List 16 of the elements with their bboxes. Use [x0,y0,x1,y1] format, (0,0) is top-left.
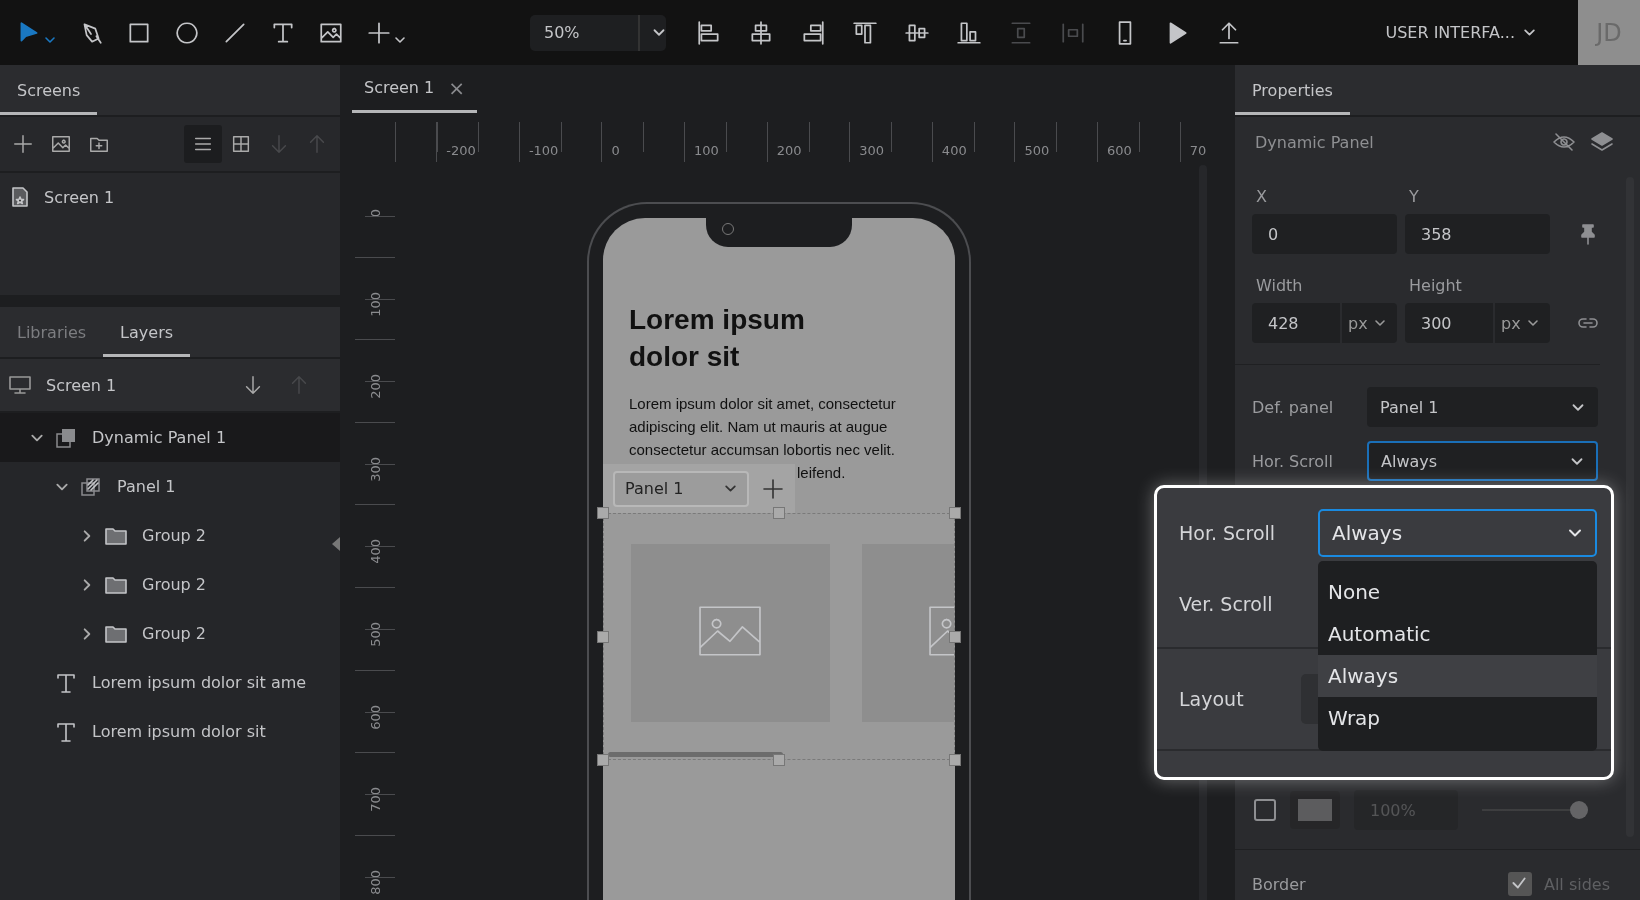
screen-name: Screen 1 [46,375,117,395]
property-label: Hor. Scroll [1179,522,1276,544]
property-label: Ver. Scroll [1179,593,1273,615]
heading: Lorem ipsum dolor sit [629,303,806,374]
property-label: Border [1252,874,1307,894]
property-label: Layout [1179,688,1244,710]
property-label: Def. panel [1252,397,1335,417]
property-label: Hor. Scroll [1252,451,1334,471]
field-label: Width [1255,276,1304,295]
field-label: X [1255,187,1268,206]
element-type: Dynamic Panel [1255,132,1375,152]
vertical-ruler: 0 100 200 300 400 500 600 700 800 [355,175,395,900]
paragraph: Lorem ipsum dolor sit amet, consectetur adipiscing elit. Nam ut mauris at augue consectetur accumsan lobortis nec velit. [629,394,897,460]
field-label: Height [1408,276,1463,295]
field-label: Y [1408,187,1420,206]
paragraph-fragment: leifend. [797,463,846,483]
